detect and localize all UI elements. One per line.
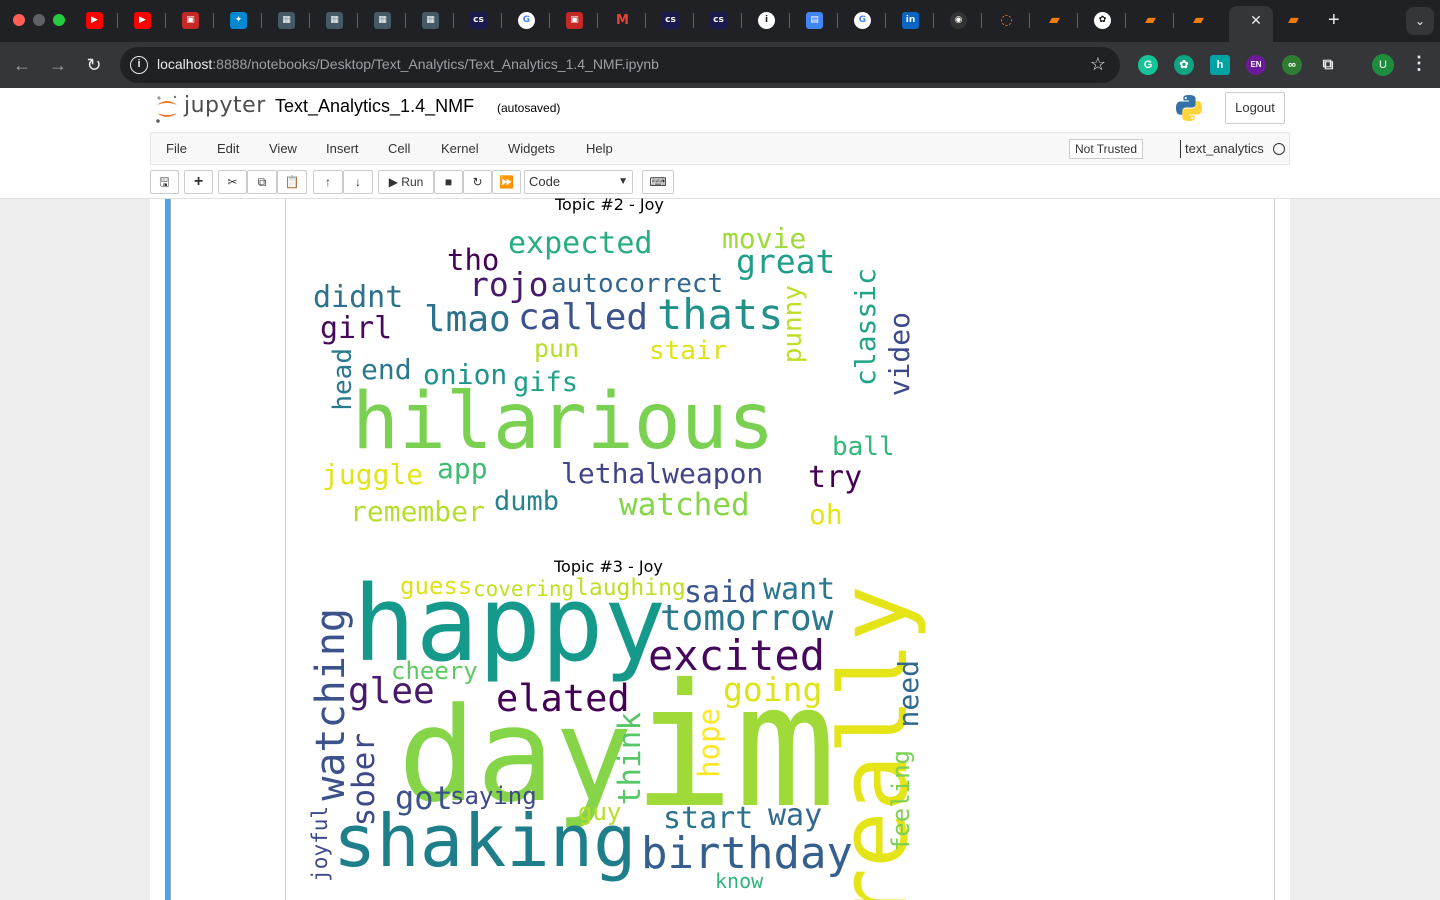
wordcloud-word: watched [619, 487, 750, 523]
wordcloud-word: glee [348, 671, 435, 712]
wordcloud-word: thats [657, 290, 784, 339]
wordcloud-word: girl [320, 311, 393, 346]
wordcloud-word: classic [849, 268, 882, 387]
wordcloud-word: think [612, 712, 648, 806]
wordcloud-word: ball [832, 432, 895, 462]
wordcloud-word: juggle [322, 458, 424, 491]
wordcloud-word: onion [423, 358, 508, 391]
wordcloud-title: Topic #2 - Joy [555, 195, 664, 214]
wordcloud-word: laughing [575, 575, 686, 601]
wordcloud-word: app [437, 452, 488, 485]
wordcloud-word: guy [578, 798, 622, 826]
wordcloud-word: oh [809, 498, 843, 531]
wordcloud-word: end [361, 353, 412, 386]
wordcloud-word: feeling [887, 750, 915, 852]
wordcloud-word: lmao [424, 299, 511, 340]
wordcloud-word: called [518, 297, 649, 338]
wordcloud-word: stair [649, 336, 728, 366]
wordcloud-word: need [892, 660, 925, 728]
wordcloud-word: video [883, 312, 916, 397]
wordcloud-word: start [663, 801, 754, 836]
wordcloud-word: pun [534, 334, 580, 363]
wordcloud-word: covering [473, 577, 575, 601]
wordcloud-word: didnt [313, 280, 404, 315]
wordcloud-word: lethalweapon [561, 457, 764, 490]
wordcloud-word: guess [400, 572, 473, 600]
wordcloud-word: head [328, 348, 358, 411]
wordcloud-word: going [723, 670, 823, 709]
wordcloud-word: elated [496, 677, 630, 720]
wordcloud-word: remember [350, 495, 485, 528]
wordcloud-word: tho [447, 243, 500, 277]
wordcloud-word: joyful [308, 806, 332, 882]
wordcloud-word: autocorrect [551, 269, 724, 299]
wordcloud-word: expected [508, 226, 653, 261]
wordcloud-word: sober [346, 733, 382, 827]
wordcloud-word: great [736, 242, 836, 281]
wordcloud-outputs: Topic #2 - Joy Topic #3 - Joy hilarious t… [0, 0, 1440, 900]
wordcloud-word: dumb [494, 486, 560, 517]
wordcloud-word: way [768, 798, 823, 833]
wordcloud-word: got [395, 779, 453, 817]
wordcloud-word: know [715, 869, 764, 893]
wordcloud-word: hope [692, 708, 726, 778]
wordcloud-word: gifs [513, 367, 579, 398]
wordcloud-word: watching [308, 608, 354, 801]
wordcloud-word: punny [778, 285, 808, 364]
wordcloud-word: try [808, 460, 863, 495]
wordcloud-word: saying [450, 782, 537, 810]
